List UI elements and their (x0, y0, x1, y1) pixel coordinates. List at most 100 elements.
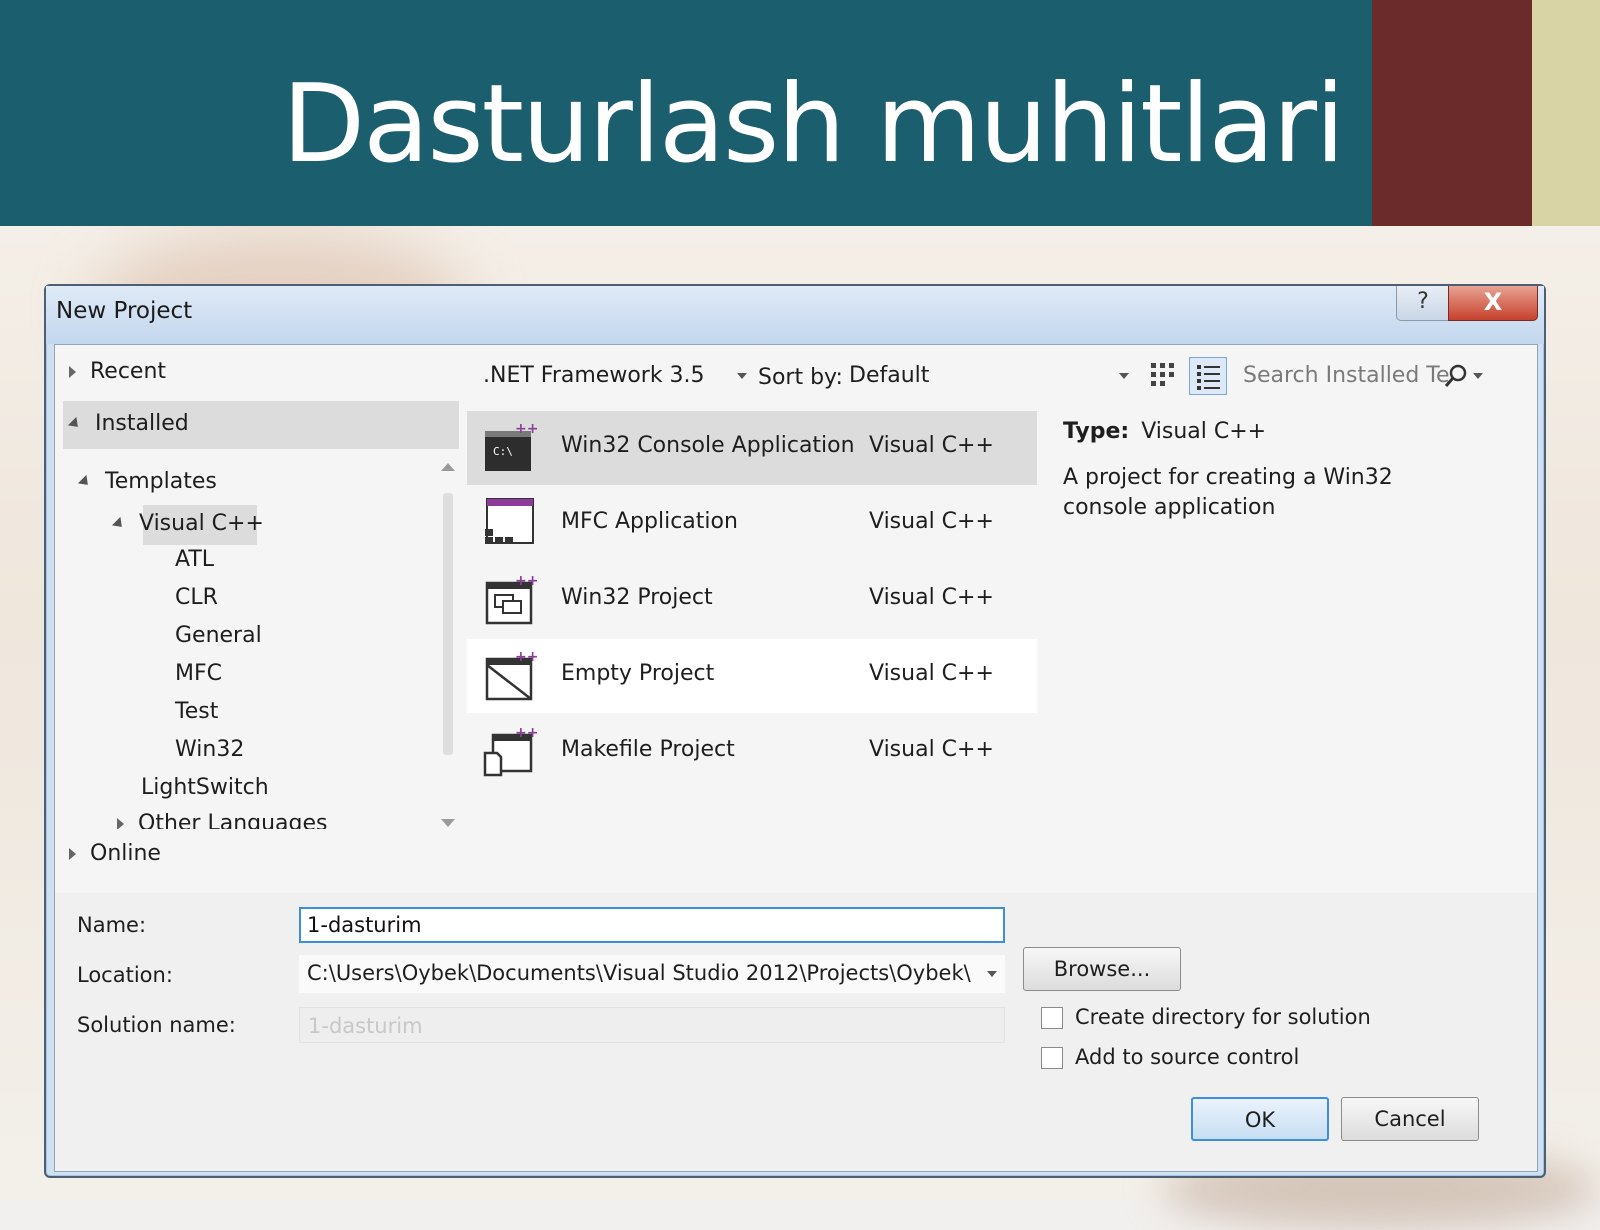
tree-item-templates[interactable]: Templates (77, 469, 217, 494)
template-name: Makefile Project (561, 737, 735, 762)
template-item-win32-console[interactable]: C:\ ++ Win32 Console Application Visual … (467, 411, 1037, 485)
dialog-titlebar[interactable]: New Project ? X (46, 286, 1544, 344)
collapse-arrow-icon[interactable] (111, 516, 127, 532)
help-button[interactable]: ? (1396, 286, 1450, 321)
sort-value: Default (849, 363, 930, 388)
new-project-dialog: New Project ? X Recent Installed Templat… (44, 284, 1546, 1178)
add-source-control-checkbox[interactable]: Add to source control (1041, 1045, 1299, 1069)
tree-item-mfc[interactable]: MFC (175, 661, 222, 686)
scroll-down-icon[interactable] (441, 819, 455, 827)
win32-project-icon: ++ (485, 573, 538, 625)
svg-text:++: ++ (515, 725, 538, 741)
dropdown-arrow-icon[interactable] (987, 971, 997, 977)
tree-item-label: Other Languages (138, 811, 328, 829)
template-language: Visual C++ (869, 585, 994, 610)
mfc-app-icon (485, 498, 534, 544)
collapse-arrow-icon[interactable] (77, 474, 93, 490)
template-tree: Recent Installed Templates Visual C++ AT… (55, 345, 463, 895)
slide-title: Dasturlash muhitlari (282, 62, 1345, 187)
template-item-empty-project[interactable]: ++ Empty Project Visual C++ (467, 639, 1037, 713)
dialog-title: New Project (56, 298, 193, 324)
template-language: Visual C++ (869, 433, 994, 458)
template-item-mfc[interactable]: MFC Application Visual C++ (467, 487, 1037, 561)
template-name: MFC Application (561, 509, 738, 534)
cancel-button[interactable]: Cancel (1341, 1097, 1479, 1141)
template-name: Win32 Project (561, 585, 713, 610)
template-language: Visual C++ (869, 509, 994, 534)
tree-item-recent[interactable]: Recent (69, 359, 166, 384)
template-name: Empty Project (561, 661, 715, 686)
makefile-project-icon: ++ (483, 725, 538, 777)
tree-item-installed[interactable]: Installed (67, 411, 189, 436)
tree-item-label: Visual C++ (139, 511, 264, 536)
console-app-icon: C:\ ++ (485, 421, 538, 471)
checkbox-box[interactable] (1041, 1047, 1063, 1069)
framework-select[interactable]: .NET Framework 3.5 (477, 359, 749, 395)
tree-item-general[interactable]: General (175, 623, 262, 648)
location-label: Location: (77, 963, 173, 987)
dropdown-arrow-icon[interactable] (737, 373, 747, 379)
search-icon[interactable] (1443, 363, 1469, 389)
create-directory-checkbox[interactable]: Create directory for solution (1041, 1005, 1371, 1029)
tree-item-label: Installed (95, 411, 189, 436)
tree-item-win32[interactable]: Win32 (175, 737, 244, 762)
svg-text:++: ++ (515, 421, 538, 437)
header-accent-olive (1532, 0, 1600, 226)
ok-button[interactable]: OK (1191, 1097, 1329, 1141)
svg-text:++: ++ (515, 649, 538, 665)
add-source-control-label: Add to source control (1075, 1045, 1300, 1069)
sort-select[interactable]: Default (845, 359, 1133, 395)
template-name: Win32 Console Application (561, 433, 855, 458)
name-input[interactable] (299, 907, 1005, 943)
list-view-button[interactable] (1189, 357, 1227, 395)
expand-arrow-icon[interactable] (69, 366, 76, 378)
dropdown-arrow-icon[interactable] (1119, 373, 1129, 379)
template-item-win32-project[interactable]: ++ Win32 Project Visual C++ (467, 563, 1037, 637)
type-value: Visual C++ (1141, 419, 1267, 444)
framework-value: .NET Framework 3.5 (483, 363, 705, 388)
expand-arrow-icon[interactable] (69, 848, 76, 860)
slide-header: Dasturlash muhitlari (0, 0, 1372, 226)
tree-item-label: Templates (105, 469, 217, 494)
dialog-body: Recent Installed Templates Visual C++ AT… (54, 344, 1538, 1172)
tree-item-lightswitch[interactable]: LightSwitch (141, 775, 269, 800)
type-label: Type: (1063, 419, 1130, 444)
checkbox-box[interactable] (1041, 1007, 1063, 1029)
project-form: Name: Location: C:\Users\Oybek\Documents… (55, 893, 1537, 1171)
template-description: A project for creating a Win32 console a… (1063, 465, 1393, 520)
close-button[interactable]: X (1448, 286, 1538, 321)
small-icons-view-icon[interactable] (1149, 361, 1179, 391)
collapse-arrow-icon[interactable] (67, 416, 83, 432)
tree-item-label: Recent (90, 359, 167, 384)
template-type: Type: Visual C++ (1063, 419, 1266, 444)
solution-name-label: Solution name: (77, 1013, 236, 1037)
scroll-up-icon[interactable] (441, 463, 455, 471)
search-placeholder: Search Installed Te (1243, 363, 1450, 388)
header-accent-maroon (1372, 0, 1532, 226)
tree-scrollbar[interactable] (439, 463, 459, 839)
svg-text:++: ++ (515, 573, 538, 589)
tree-item-other-languages[interactable]: Other Languages (117, 811, 328, 829)
location-input[interactable]: C:\Users\Oybek\Documents\Visual Studio 2… (299, 955, 1005, 993)
sort-label: Sort by: (758, 365, 843, 390)
create-directory-label: Create directory for solution (1075, 1005, 1371, 1029)
tree-item-test[interactable]: Test (175, 699, 218, 724)
dropdown-arrow-icon[interactable] (1473, 373, 1483, 379)
template-language: Visual C++ (869, 737, 994, 762)
empty-project-icon: ++ (485, 649, 538, 701)
tree-item-label: Online (90, 841, 161, 866)
location-value: C:\Users\Oybek\Documents\Visual Studio 2… (307, 961, 971, 985)
tree-item-atl[interactable]: ATL (175, 547, 214, 572)
browse-button[interactable]: Browse... (1023, 947, 1181, 991)
tree-item-visual-cpp[interactable]: Visual C++ (111, 511, 264, 536)
tree-item-clr[interactable]: CLR (175, 585, 218, 610)
tree-item-online[interactable]: Online (69, 841, 161, 866)
scroll-thumb[interactable] (443, 493, 453, 755)
expand-arrow-icon[interactable] (117, 818, 124, 829)
template-language: Visual C++ (869, 661, 994, 686)
name-label: Name: (77, 913, 147, 937)
solution-name-input[interactable]: 1-dasturim (299, 1007, 1005, 1043)
search-installed-templates[interactable]: Search Installed Te (1237, 359, 1487, 395)
template-item-makefile[interactable]: ++ Makefile Project Visual C++ (467, 715, 1037, 789)
template-list: C:\ ++ Win32 Console Application Visual … (467, 403, 1037, 897)
